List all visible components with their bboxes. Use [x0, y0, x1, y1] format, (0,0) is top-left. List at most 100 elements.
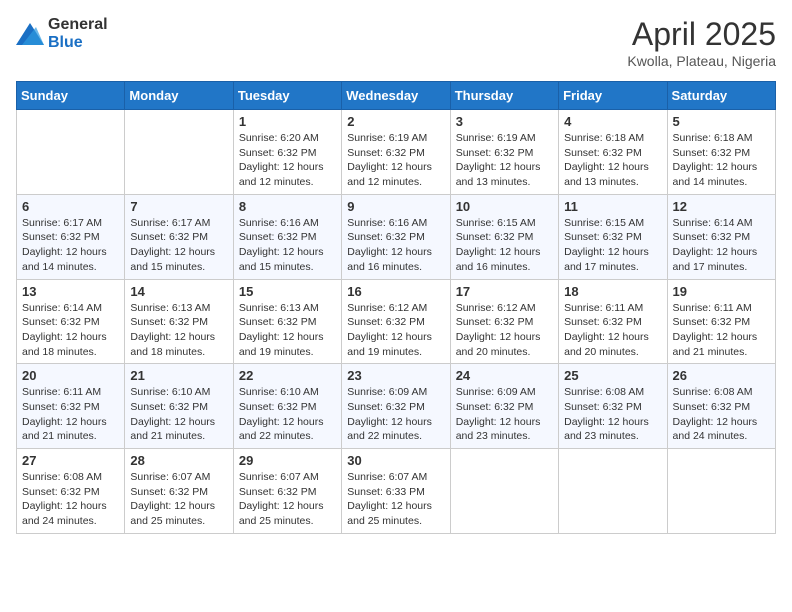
day-number: 1 — [239, 114, 336, 129]
calendar-cell: 22 Sunrise: 6:10 AM Sunset: 6:32 PM Dayli… — [233, 364, 341, 449]
day-number: 25 — [564, 368, 661, 383]
day-info: Sunrise: 6:12 AM Sunset: 6:32 PM Dayligh… — [347, 301, 444, 360]
day-number: 29 — [239, 453, 336, 468]
calendar-cell: 17 Sunrise: 6:12 AM Sunset: 6:32 PM Dayli… — [450, 279, 558, 364]
day-number: 19 — [673, 284, 770, 299]
calendar-cell: 14 Sunrise: 6:13 AM Sunset: 6:32 PM Dayli… — [125, 279, 233, 364]
day-number: 18 — [564, 284, 661, 299]
day-number: 11 — [564, 199, 661, 214]
day-info: Sunrise: 6:13 AM Sunset: 6:32 PM Dayligh… — [130, 301, 227, 360]
day-info: Sunrise: 6:20 AM Sunset: 6:32 PM Dayligh… — [239, 131, 336, 190]
calendar-cell: 21 Sunrise: 6:10 AM Sunset: 6:32 PM Dayli… — [125, 364, 233, 449]
logo-blue: Blue — [48, 34, 83, 51]
calendar-cell: 2 Sunrise: 6:19 AM Sunset: 6:32 PM Daylig… — [342, 110, 450, 195]
day-info: Sunrise: 6:12 AM Sunset: 6:32 PM Dayligh… — [456, 301, 553, 360]
day-info: Sunrise: 6:08 AM Sunset: 6:32 PM Dayligh… — [673, 385, 770, 444]
day-info: Sunrise: 6:10 AM Sunset: 6:32 PM Dayligh… — [239, 385, 336, 444]
day-number: 23 — [347, 368, 444, 383]
day-info: Sunrise: 6:18 AM Sunset: 6:32 PM Dayligh… — [564, 131, 661, 190]
calendar-cell: 18 Sunrise: 6:11 AM Sunset: 6:32 PM Dayli… — [559, 279, 667, 364]
day-number: 8 — [239, 199, 336, 214]
calendar-cell: 20 Sunrise: 6:11 AM Sunset: 6:32 PM Dayli… — [17, 364, 125, 449]
day-number: 20 — [22, 368, 119, 383]
day-info: Sunrise: 6:17 AM Sunset: 6:32 PM Dayligh… — [22, 216, 119, 275]
week-row-1: 1 Sunrise: 6:20 AM Sunset: 6:32 PM Daylig… — [17, 110, 776, 195]
weekday-header-monday: Monday — [125, 82, 233, 110]
calendar-cell: 23 Sunrise: 6:09 AM Sunset: 6:32 PM Dayli… — [342, 364, 450, 449]
day-info: Sunrise: 6:10 AM Sunset: 6:32 PM Dayligh… — [130, 385, 227, 444]
day-info: Sunrise: 6:15 AM Sunset: 6:32 PM Dayligh… — [456, 216, 553, 275]
day-info: Sunrise: 6:13 AM Sunset: 6:32 PM Dayligh… — [239, 301, 336, 360]
day-number: 16 — [347, 284, 444, 299]
day-info: Sunrise: 6:11 AM Sunset: 6:32 PM Dayligh… — [564, 301, 661, 360]
day-number: 10 — [456, 199, 553, 214]
calendar-cell: 1 Sunrise: 6:20 AM Sunset: 6:32 PM Daylig… — [233, 110, 341, 195]
calendar-cell — [667, 449, 775, 534]
day-info: Sunrise: 6:07 AM Sunset: 6:32 PM Dayligh… — [130, 470, 227, 529]
day-info: Sunrise: 6:17 AM Sunset: 6:32 PM Dayligh… — [130, 216, 227, 275]
day-number: 4 — [564, 114, 661, 129]
day-number: 22 — [239, 368, 336, 383]
day-info: Sunrise: 6:08 AM Sunset: 6:32 PM Dayligh… — [564, 385, 661, 444]
calendar-cell: 9 Sunrise: 6:16 AM Sunset: 6:32 PM Daylig… — [342, 194, 450, 279]
day-info: Sunrise: 6:11 AM Sunset: 6:32 PM Dayligh… — [673, 301, 770, 360]
calendar-table: SundayMondayTuesdayWednesdayThursdayFrid… — [16, 81, 776, 534]
day-info: Sunrise: 6:08 AM Sunset: 6:32 PM Dayligh… — [22, 470, 119, 529]
day-info: Sunrise: 6:15 AM Sunset: 6:32 PM Dayligh… — [564, 216, 661, 275]
week-row-3: 13 Sunrise: 6:14 AM Sunset: 6:32 PM Dayli… — [17, 279, 776, 364]
day-number: 24 — [456, 368, 553, 383]
calendar-cell: 26 Sunrise: 6:08 AM Sunset: 6:32 PM Dayli… — [667, 364, 775, 449]
calendar-cell: 15 Sunrise: 6:13 AM Sunset: 6:32 PM Dayli… — [233, 279, 341, 364]
day-info: Sunrise: 6:18 AM Sunset: 6:32 PM Dayligh… — [673, 131, 770, 190]
calendar-cell — [559, 449, 667, 534]
day-number: 6 — [22, 199, 119, 214]
day-info: Sunrise: 6:07 AM Sunset: 6:32 PM Dayligh… — [239, 470, 336, 529]
day-info: Sunrise: 6:09 AM Sunset: 6:32 PM Dayligh… — [456, 385, 553, 444]
day-number: 5 — [673, 114, 770, 129]
day-info: Sunrise: 6:11 AM Sunset: 6:32 PM Dayligh… — [22, 385, 119, 444]
day-info: Sunrise: 6:14 AM Sunset: 6:32 PM Dayligh… — [22, 301, 119, 360]
day-info: Sunrise: 6:07 AM Sunset: 6:33 PM Dayligh… — [347, 470, 444, 529]
calendar-cell: 27 Sunrise: 6:08 AM Sunset: 6:32 PM Dayli… — [17, 449, 125, 534]
day-number: 15 — [239, 284, 336, 299]
calendar-cell: 16 Sunrise: 6:12 AM Sunset: 6:32 PM Dayli… — [342, 279, 450, 364]
day-info: Sunrise: 6:19 AM Sunset: 6:32 PM Dayligh… — [456, 131, 553, 190]
day-number: 2 — [347, 114, 444, 129]
day-number: 13 — [22, 284, 119, 299]
day-number: 9 — [347, 199, 444, 214]
calendar-cell: 12 Sunrise: 6:14 AM Sunset: 6:32 PM Dayli… — [667, 194, 775, 279]
calendar-cell — [17, 110, 125, 195]
day-number: 26 — [673, 368, 770, 383]
calendar-cell: 3 Sunrise: 6:19 AM Sunset: 6:32 PM Daylig… — [450, 110, 558, 195]
day-number: 12 — [673, 199, 770, 214]
title-area: April 2025 Kwolla, Plateau, Nigeria — [627, 16, 776, 69]
calendar-cell: 11 Sunrise: 6:15 AM Sunset: 6:32 PM Dayli… — [559, 194, 667, 279]
calendar-cell: 30 Sunrise: 6:07 AM Sunset: 6:33 PM Dayli… — [342, 449, 450, 534]
day-info: Sunrise: 6:16 AM Sunset: 6:32 PM Dayligh… — [347, 216, 444, 275]
calendar-cell: 19 Sunrise: 6:11 AM Sunset: 6:32 PM Dayli… — [667, 279, 775, 364]
weekday-header-row: SundayMondayTuesdayWednesdayThursdayFrid… — [17, 82, 776, 110]
calendar-subtitle: Kwolla, Plateau, Nigeria — [627, 53, 776, 69]
day-number: 21 — [130, 368, 227, 383]
day-number: 27 — [22, 453, 119, 468]
day-number: 30 — [347, 453, 444, 468]
day-info: Sunrise: 6:14 AM Sunset: 6:32 PM Dayligh… — [673, 216, 770, 275]
day-info: Sunrise: 6:16 AM Sunset: 6:32 PM Dayligh… — [239, 216, 336, 275]
day-number: 3 — [456, 114, 553, 129]
calendar-cell: 7Sunrise: 6:17 AM Sunset: 6:32 PM Daylig… — [125, 194, 233, 279]
calendar-cell: 5 Sunrise: 6:18 AM Sunset: 6:32 PM Daylig… — [667, 110, 775, 195]
calendar-cell — [450, 449, 558, 534]
weekday-header-sunday: Sunday — [17, 82, 125, 110]
weekday-header-thursday: Thursday — [450, 82, 558, 110]
week-row-5: 27 Sunrise: 6:08 AM Sunset: 6:32 PM Dayli… — [17, 449, 776, 534]
day-info: Sunrise: 6:19 AM Sunset: 6:32 PM Dayligh… — [347, 131, 444, 190]
day-number: 14 — [130, 284, 227, 299]
calendar-cell: 29 Sunrise: 6:07 AM Sunset: 6:32 PM Dayli… — [233, 449, 341, 534]
week-row-2: 6 Sunrise: 6:17 AM Sunset: 6:32 PM Daylig… — [17, 194, 776, 279]
day-number: 17 — [456, 284, 553, 299]
calendar-cell — [125, 110, 233, 195]
calendar-cell: 4 Sunrise: 6:18 AM Sunset: 6:32 PM Daylig… — [559, 110, 667, 195]
calendar-cell: 24 Sunrise: 6:09 AM Sunset: 6:32 PM Dayli… — [450, 364, 558, 449]
day-info: Sunrise: 6:09 AM Sunset: 6:32 PM Dayligh… — [347, 385, 444, 444]
calendar-cell: 25 Sunrise: 6:08 AM Sunset: 6:32 PM Dayli… — [559, 364, 667, 449]
